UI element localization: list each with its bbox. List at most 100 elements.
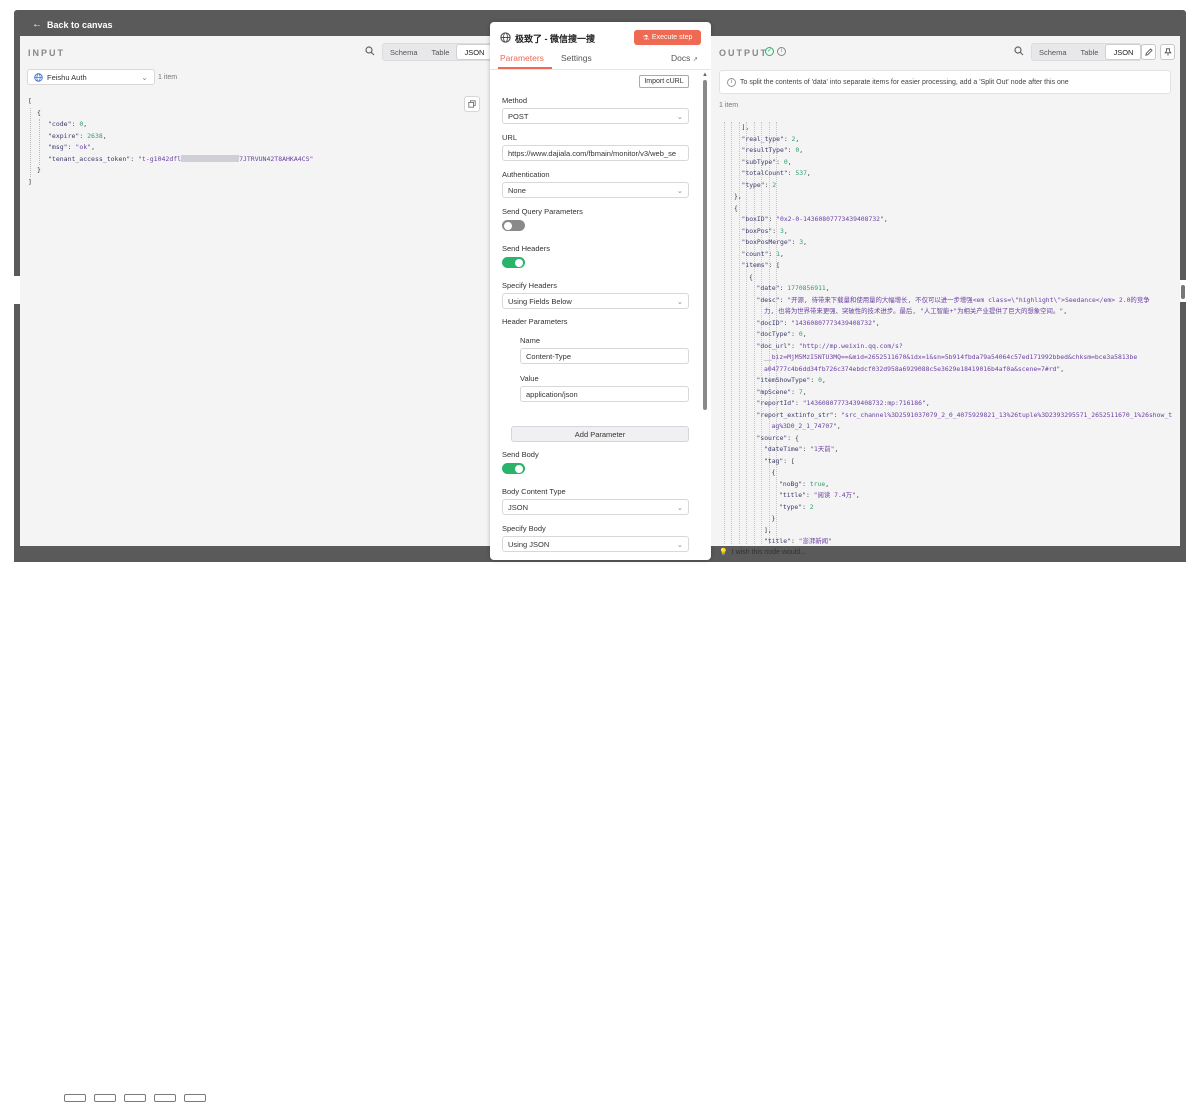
success-check-icon: ✓	[765, 47, 774, 56]
json-punct: ,	[883, 215, 888, 223]
json-line: "resultType": 0,	[741, 146, 804, 154]
globe-icon	[500, 32, 511, 43]
json-key: "msg"	[48, 143, 68, 151]
json-line: "tenant_access_token": "t-g1042dfl 7JTRVU…	[48, 154, 314, 163]
body-content-type-select[interactable]: JSON ⌄	[502, 499, 689, 515]
output-tab-table[interactable]: Table	[1074, 44, 1106, 60]
json-line: __biz=MjM5MzI5NTU3MQ==&mid=2652511670&id…	[719, 352, 1174, 364]
send-query-toggle[interactable]	[502, 220, 525, 231]
execute-step-label: Execute step	[651, 34, 693, 41]
execute-step-button[interactable]: ⚗ Execute step	[634, 30, 701, 45]
input-node-select-value: Feishu Auth	[47, 72, 87, 82]
output-tab-json[interactable]: JSON	[1105, 44, 1142, 60]
json-line: "desc": "开源, 待带来下载量和使用量的大幅增长, 不仅可以进一步增强<…	[756, 295, 1150, 304]
json-key: "noBg"	[779, 479, 803, 488]
json-line: "count": 1,	[741, 249, 784, 258]
authentication-select[interactable]: None ⌄	[502, 182, 689, 198]
specify-body-select[interactable]: Using JSON ⌄	[502, 536, 689, 552]
input-tab-schema[interactable]: Schema	[383, 44, 425, 60]
specify-headers-value: Using Fields Below	[508, 296, 572, 306]
toggle-knob	[515, 464, 523, 473]
json-value: 力, 也将为世界带来更强、突破性的技术进步。最后, "人工智能+"为相关产业提供…	[764, 307, 1064, 315]
copy-button[interactable]	[464, 96, 480, 112]
json-line: ],	[719, 525, 1174, 537]
input-tab-table[interactable]: Table	[425, 44, 457, 60]
import-curl-button[interactable]: Import cURL	[639, 75, 689, 88]
tidy-button[interactable]	[184, 1094, 206, 1102]
json-value: [	[790, 456, 795, 465]
json-line: "date": 1770856911,	[756, 284, 830, 292]
toggle-knob	[504, 221, 512, 230]
header-name-input[interactable]: Content-Type	[520, 348, 689, 364]
json-value: 2638	[87, 131, 103, 140]
input-node-select[interactable]: Feishu Auth ⌄	[27, 69, 155, 85]
zoom-fit-button[interactable]	[64, 1094, 86, 1102]
node-title[interactable]: 极致了 - 微信搜一搜	[515, 32, 595, 45]
docs-link[interactable]: Docs ↗	[671, 53, 698, 63]
json-punct: ,	[806, 169, 811, 177]
zoom-reset-button[interactable]	[154, 1094, 176, 1102]
json-line: "docID": "14360807773439408732",	[756, 318, 880, 327]
json-value: 2	[772, 180, 777, 189]
json-punct: ,	[825, 479, 830, 488]
json-line: }	[719, 513, 1174, 525]
info-icon[interactable]: i	[777, 47, 786, 56]
json-line: "code": 0,	[48, 120, 88, 128]
scroll-up-icon[interactable]: ▲	[702, 72, 708, 78]
back-to-canvas-link[interactable]: ← Back to canvas	[32, 19, 113, 30]
pin-data-button[interactable]	[1160, 44, 1175, 60]
globe-icon	[34, 72, 43, 82]
json-punct: ,	[802, 387, 807, 396]
url-value: https://www.dajiala.com/fbmain/monitor/v…	[508, 148, 676, 158]
json-line: "boxPos": 3,	[741, 226, 788, 235]
json-key: "desc"	[756, 295, 780, 304]
json-key: "docType"	[756, 330, 792, 338]
json-line: "msg": "ok",	[48, 143, 95, 151]
zoom-in-button[interactable]	[94, 1094, 116, 1102]
send-body-toggle[interactable]	[502, 463, 525, 474]
json-punct: ,	[821, 376, 826, 384]
output-tab-schema[interactable]: Schema	[1032, 44, 1074, 60]
json-value: "澎湃新闻"	[798, 537, 832, 544]
chevron-down-icon: ⌄	[676, 185, 683, 195]
json-line: "real_type": 2,	[741, 134, 800, 143]
edit-output-button[interactable]	[1141, 44, 1156, 60]
search-icon[interactable]	[365, 46, 375, 56]
json-value: "开源, 待带来下载量和使用量的大幅增长, 不仅可以进一步增强<em class…	[787, 295, 1150, 304]
url-label: URL	[502, 133, 518, 142]
method-select[interactable]: POST ⌄	[502, 108, 689, 124]
add-parameter-button[interactable]: Add Parameter	[511, 426, 689, 442]
tab-parameters[interactable]: Parameters	[500, 53, 544, 63]
json-line: "docType": 0,	[756, 330, 807, 338]
header-value-value: application/json	[526, 389, 578, 399]
json-value: [	[776, 261, 780, 269]
json-key: "boxID"	[741, 215, 769, 223]
json-key: "tag"	[764, 456, 784, 465]
tab-settings[interactable]: Settings	[561, 53, 592, 63]
send-headers-label: Send Headers	[502, 244, 550, 253]
json-punct: ,	[834, 445, 839, 453]
send-headers-toggle[interactable]	[502, 257, 525, 268]
method-label: Method	[502, 96, 528, 105]
header-name-label: Name	[520, 336, 541, 345]
input-tab-json[interactable]: JSON	[456, 44, 493, 60]
json-punct: ,	[925, 399, 930, 407]
feedback-link[interactable]: 💡 I wish this node would...	[719, 548, 806, 557]
input-item-count: 1 item	[158, 74, 178, 81]
json-value: "1天前"	[810, 445, 835, 453]
specify-headers-select[interactable]: Using Fields Below ⌄	[502, 293, 689, 309]
input-view-switch: Schema Table JSON	[382, 43, 494, 61]
json-lines: ], "real_type": 2, "resultType": 0, "subTyp…	[719, 122, 1174, 544]
right-scroll-thumb[interactable]	[1181, 285, 1185, 299]
json-value: 537	[795, 169, 807, 177]
zoom-out-button[interactable]	[124, 1094, 146, 1102]
json-punct: ],	[764, 525, 772, 534]
json-line: "title": "澎湃新闻"	[764, 537, 832, 544]
url-input[interactable]: https://www.dajiala.com/fbmain/monitor/v…	[502, 145, 689, 161]
search-icon[interactable]	[1014, 46, 1024, 56]
json-punct: }	[771, 514, 776, 522]
redaction-block	[181, 155, 240, 162]
header-value-input[interactable]: application/json	[520, 386, 689, 402]
parameters-scrollbar[interactable]	[703, 80, 707, 410]
method-value: POST	[508, 111, 529, 121]
